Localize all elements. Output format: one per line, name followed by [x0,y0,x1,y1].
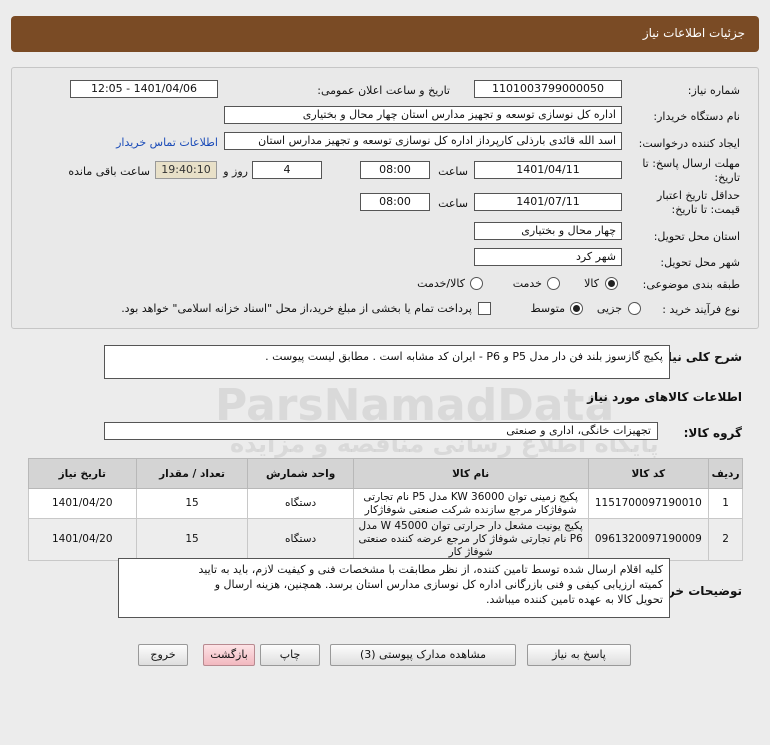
category-goods-service-label: کالا/خدمت [417,277,465,290]
row-unit: دستگاه [247,488,354,519]
goods-info-title: اطلاعات کالاهای مورد نیاز [587,390,742,404]
category-goods-radio[interactable] [605,277,618,290]
table-row: 1 1151700097190010 پکیج زمینی توان KW 36… [28,488,743,519]
description-text: پکیج گازسوز بلند فن دار مدل P5 و P6 - ای… [265,350,663,363]
deadline-days-label: روز و [223,165,248,178]
remaining-time: 19:40:10 [155,161,217,179]
row-qty: 15 [135,488,249,519]
category-service-label: خدمت [512,277,542,290]
deadline-days-field: 4 [252,161,322,179]
goods-group-field: تجهیزات خانگی، اداری و صنعتی [104,422,658,440]
col-unit: واحد شمارش [247,458,354,489]
buyer-notes-box: کلیه اقلام ارسال شده توسط تامین کننده، ا… [118,558,670,618]
deadline-label-2: تاریخ: [714,171,740,184]
description-box: پکیج گازسوز بلند فن دار مدل P5 و P6 - ای… [104,345,670,379]
creator-label: ایجاد کننده درخواست: [638,137,740,150]
table-header-row: ردیف کد کالا نام کالا واحد شمارش تعداد /… [28,458,743,489]
exit-button[interactable]: خروج [138,644,188,666]
buyer-label: نام دستگاه خریدار: [653,110,740,123]
deadline-label: مهلت ارسال پاسخ: تا [642,157,740,170]
treasury-checkbox[interactable] [478,302,491,315]
process-minor-radio[interactable] [628,302,641,315]
col-name: نام کالا [352,458,589,489]
row-unit: دستگاه [247,518,354,561]
items-table: ردیف کد کالا نام کالا واحد شمارش تعداد /… [28,458,743,561]
row-index: 2 [708,518,743,561]
province-field: چهار محال و بختیاری [474,222,622,240]
row-name: پکیج یونیت مشعل دار حرارتی توان W 45000 … [352,518,589,561]
buyer-contact-link[interactable]: اطلاعات تماس خریدار [116,136,218,149]
buyer-field: اداره کل نوسازی توسعه و تجهیز مدارس استا… [224,106,622,124]
table-row: 2 0961320097190009 پکیج یونیت مشعل دار ح… [28,518,743,561]
buyer-notes-line: کمیته ارزیابی کیفی و فنی بازرگانی اداره … [214,578,663,591]
city-label: شهر محل تحویل: [660,256,740,269]
page-header: جزئیات اطلاعات نیاز [11,16,759,52]
goods-group-value: تجهیزات خانگی، اداری و صنعتی [506,424,651,437]
validity-label: حداقل تاریخ اعتبار [656,189,740,202]
process-label: نوع فرآیند خرید : [662,303,740,316]
col-date: تاریخ نیاز [28,458,137,489]
treasury-note: پرداخت تمام یا بخشی از مبلغ خرید،از محل … [121,302,472,315]
announce-field: 1401/04/06 - 12:05 [70,80,218,98]
category-service-radio[interactable] [547,277,560,290]
row-code: 0961320097190009 [587,518,710,561]
validity-time-field: 08:00 [360,193,430,211]
announce-label: تاریخ و ساعت اعلان عمومی: [317,84,450,97]
print-button[interactable]: چاپ [260,644,320,666]
back-button[interactable]: بازگشت [203,644,255,666]
reply-button[interactable]: پاسخ به نیاز [527,644,631,666]
row-index: 1 [708,488,743,519]
creator-field: اسد الله قائدی بارذلی کارپرداز اداره کل … [224,132,622,150]
row-date: 1401/04/20 [28,518,137,561]
process-medium-label: متوسط [530,302,565,315]
col-code: کد کالا [587,458,710,489]
validity-label-2: قیمت: تا تاریخ: [671,203,740,216]
buyer-notes-line: کلیه اقلام ارسال شده توسط تامین کننده، ا… [198,563,663,576]
province-label: استان محل تحویل: [653,230,740,243]
category-label: طبقه بندی موضوعی: [642,278,740,291]
goods-group-label: گروه کالا: [683,426,742,440]
process-medium-radio[interactable] [570,302,583,315]
row-code: 1151700097190010 [587,488,710,519]
page-title: جزئیات اطلاعات نیاز [642,26,745,40]
deadline-time-label: ساعت [438,165,468,178]
row-name: پکیج زمینی توان KW 36000 مدل P5 نام تجار… [352,488,589,519]
deadline-time-field: 08:00 [360,161,430,179]
col-qty: تعداد / مقدار [135,458,249,489]
deadline-date-field: 1401/04/11 [474,161,622,179]
need-number-label: شماره نیاز: [687,84,740,97]
row-qty: 15 [135,518,249,561]
validity-time-label: ساعت [438,197,468,210]
need-number-field: 1101003799000050 [474,80,622,98]
city-field: شهر کرد [474,248,622,266]
process-minor-label: جزیی [596,302,622,315]
view-attachments-button[interactable]: مشاهده مدارک پیوستی (3) [330,644,516,666]
remaining-label: ساعت باقی مانده [68,165,150,178]
category-goods-service-radio[interactable] [470,277,483,290]
col-index: ردیف [708,458,743,489]
category-goods-label: کالا [584,277,599,290]
buyer-notes-line: تحویل کالا به عهده تامین کننده میباشد. [486,593,663,606]
row-date: 1401/04/20 [28,488,137,519]
validity-date-field: 1401/07/11 [474,193,622,211]
